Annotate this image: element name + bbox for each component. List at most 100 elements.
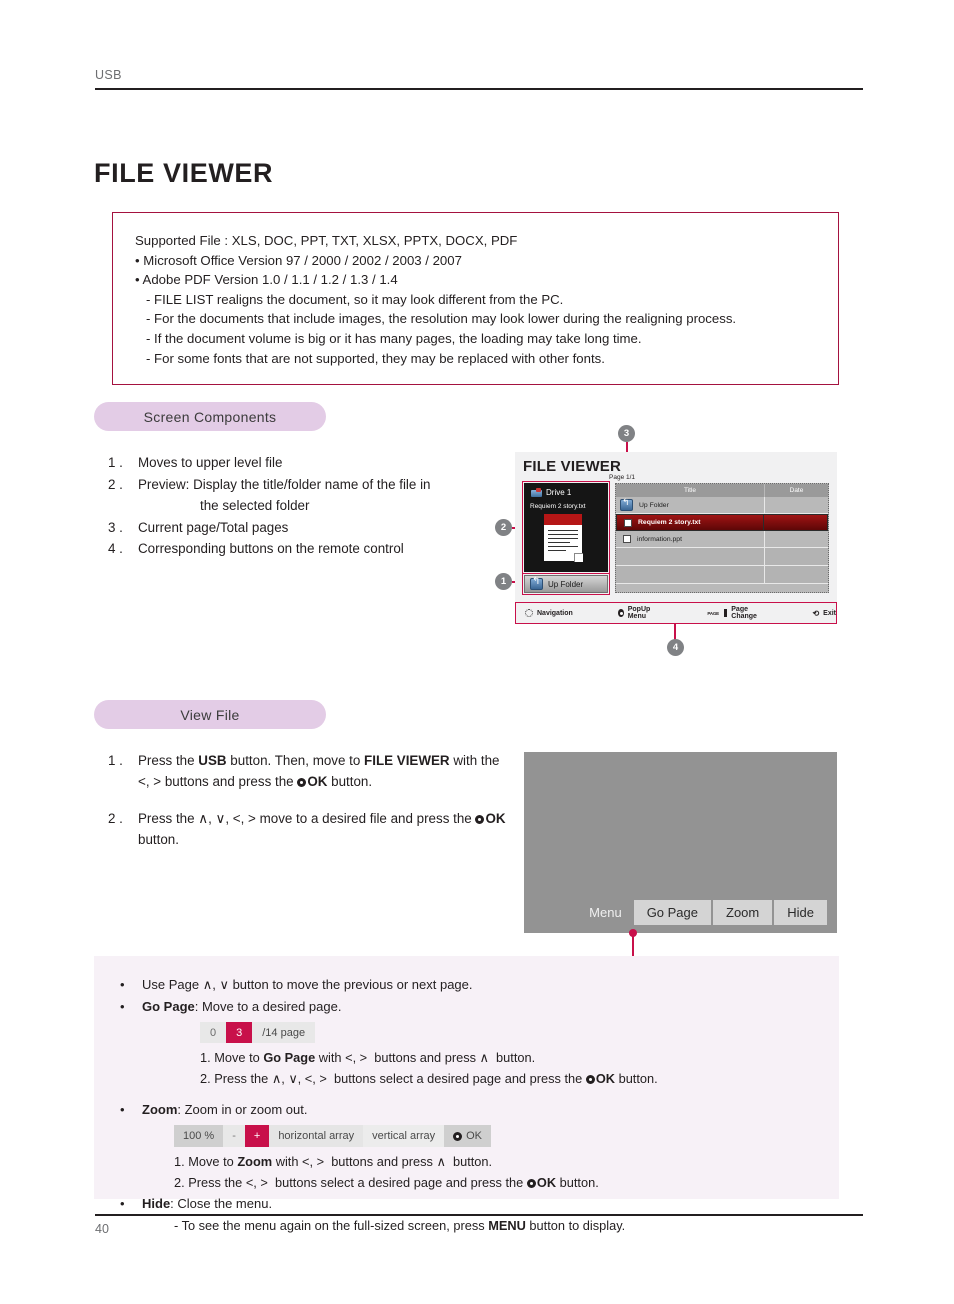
list-item-text: Moves to upper level file — [138, 455, 283, 470]
ok-icon — [475, 815, 485, 824]
step-frag: move to a desired file and press the — [255, 811, 476, 826]
footer-item-label: PopUp Menu — [627, 606, 651, 620]
ok-icon — [453, 1131, 463, 1141]
section-heading-view-file: View File — [94, 700, 326, 729]
file-icon — [624, 518, 632, 527]
supported-file-box: Supported File : XLS, DOC, PPT, TXT, XLS… — [112, 212, 839, 386]
horizontal-array-button[interactable]: horizontal array — [269, 1125, 364, 1147]
zoom-control-bar[interactable]: 100 % - + horizontal array vertical arra… — [174, 1125, 492, 1147]
footer-item-label: Exit — [823, 609, 836, 617]
hide-substep-1: - To see the menu again on the full-size… — [174, 1218, 626, 1233]
stepper-current-value[interactable]: 3 — [226, 1022, 253, 1043]
step-frag-bold: OK — [485, 811, 506, 826]
callout-1: 1 — [495, 573, 512, 590]
column-header-title: Title — [683, 487, 697, 494]
table-row[interactable]: information.ppt — [616, 531, 828, 548]
zoom-out-button[interactable]: - — [223, 1125, 245, 1147]
preview-filename: Requiem 2 story.txt — [530, 503, 586, 510]
ok-icon — [297, 778, 307, 787]
section-heading-screen-components: Screen Components — [94, 402, 326, 431]
mock-title: FILE VIEWER — [523, 458, 622, 475]
file-icon — [623, 535, 631, 543]
note-desc: : Close the menu. — [170, 1196, 273, 1211]
note-label: Hide — [142, 1196, 171, 1211]
column-header-date: Date — [764, 484, 828, 497]
zoom-in-button[interactable]: + — [244, 1125, 270, 1147]
up-folder-icon — [620, 497, 633, 511]
callout-4-line — [674, 624, 676, 640]
step-frag-bold: USB — [198, 753, 227, 768]
zoom-substep-2: 2. Press the <, > buttons select a desir… — [174, 1175, 599, 1190]
page-icon: PAGE — [707, 610, 719, 616]
table-row-empty — [616, 548, 828, 566]
footer-item-exit[interactable]: ⟲ Exit — [812, 609, 836, 618]
ok-icon — [617, 609, 624, 617]
callout-2: 2 — [495, 519, 512, 536]
footer-item-navigation[interactable]: Navigation — [525, 609, 573, 617]
file-date — [764, 531, 828, 547]
header-label: USB — [95, 68, 122, 82]
file-name: information.ppt — [637, 535, 682, 543]
footer-rule — [95, 1214, 863, 1216]
step-number: 2 . — [108, 811, 123, 826]
step-number: 1 . — [108, 753, 123, 768]
go-page-substep-1: 1. Move to Go Page with <, > buttons and… — [200, 1050, 536, 1065]
note-text: Zoom: Zoom in or zoom out. — [142, 1099, 819, 1121]
go-page-stepper[interactable]: 0 3 /14 page — [200, 1022, 316, 1043]
up-folder-icon — [530, 576, 543, 590]
navigation-icon — [525, 609, 533, 617]
spec-line: • Adobe PDF Version 1.0 / 1.1 / 1.2 / 1.… — [135, 272, 398, 288]
note-text: Go Page: Move to a desired page. — [142, 996, 819, 1018]
hide-button[interactable]: Hide — [774, 900, 827, 925]
ok-icon — [585, 1075, 595, 1084]
list-item: 4 . Corresponding buttons on the remote … — [108, 538, 498, 560]
page-title: FILE VIEWER — [94, 158, 274, 188]
step-text: Press the ∧, ∨, <, > move to a desired f… — [138, 808, 508, 850]
drive-label-group: Drive 1 — [531, 488, 571, 497]
exit-icon: ⟲ — [812, 608, 820, 618]
file-list-header: Title Date — [616, 484, 828, 497]
list-item-text: Preview: Display the title/folder name o… — [138, 474, 498, 517]
up-folder-button[interactable]: Up Folder — [524, 575, 608, 593]
zoom-button[interactable]: Zoom — [713, 900, 775, 925]
step-frag: Press the — [138, 753, 199, 768]
list-item: 1 . Moves to upper level file — [108, 452, 498, 474]
footer-item-popup-menu[interactable]: PopUp Menu — [617, 606, 660, 620]
note-label: Zoom — [142, 1102, 178, 1117]
footer-item-label: Page Change — [731, 606, 757, 620]
stepper-left-value[interactable]: 0 — [200, 1022, 227, 1043]
step-frag: buttons and press the — [161, 774, 298, 789]
file-list[interactable]: Title Date Up Folder Requiem 2 story.txt… — [615, 483, 829, 593]
list-item-number: 2 . — [108, 476, 123, 492]
note-bullet-go-page: • Go Page: Move to a desired page. — [114, 996, 819, 1018]
bullet-icon: • — [120, 999, 125, 1014]
list-item-number: 1 . — [108, 455, 123, 470]
bullet-icon: • — [120, 1196, 125, 1211]
zoom-ok-button[interactable]: OK — [444, 1125, 492, 1147]
header-rule — [95, 88, 863, 90]
step-frag: with the — [449, 753, 500, 768]
note-desc: : Move to a desired page. — [194, 999, 342, 1014]
go-page-callout-line — [632, 933, 634, 957]
vertical-array-button[interactable]: vertical array — [363, 1125, 445, 1147]
table-row[interactable]: Up Folder — [616, 497, 828, 514]
spec-sub-line: - For the documents that include images,… — [146, 311, 737, 327]
list-item-text-main: Preview: Display the title/folder name o… — [138, 476, 431, 492]
callout-3: 3 — [618, 425, 635, 442]
go-page-button[interactable]: Go Page — [633, 900, 714, 925]
zoom-substep-1: 1. Move to Zoom with <, > buttons and pr… — [174, 1154, 493, 1169]
note-label: Go Page — [142, 999, 195, 1014]
document-thumbnail-icon — [544, 514, 589, 564]
zoom-ok-label: OK — [466, 1130, 483, 1142]
list-item-text-cont: the selected folder — [200, 498, 310, 513]
viewer-menu-label: Menu — [589, 905, 622, 920]
list-item-number: 3 . — [108, 519, 123, 535]
bullet-icon: • — [120, 1102, 125, 1117]
step-frag: Press the — [138, 811, 199, 826]
spec-sub-line: - FILE LIST realigns the document, so it… — [146, 291, 564, 307]
footer-item-page-change[interactable]: PAGE Page Change — [707, 606, 760, 620]
step-frag-bold: FILE VIEWER — [364, 753, 450, 768]
note-bullet-page: • Use Page ∧, ∨ button to move the previ… — [114, 974, 819, 996]
table-row-selected[interactable]: Requiem 2 story.txt — [616, 514, 828, 531]
spec-sub-line: - If the document volume is big or it ha… — [146, 330, 642, 346]
